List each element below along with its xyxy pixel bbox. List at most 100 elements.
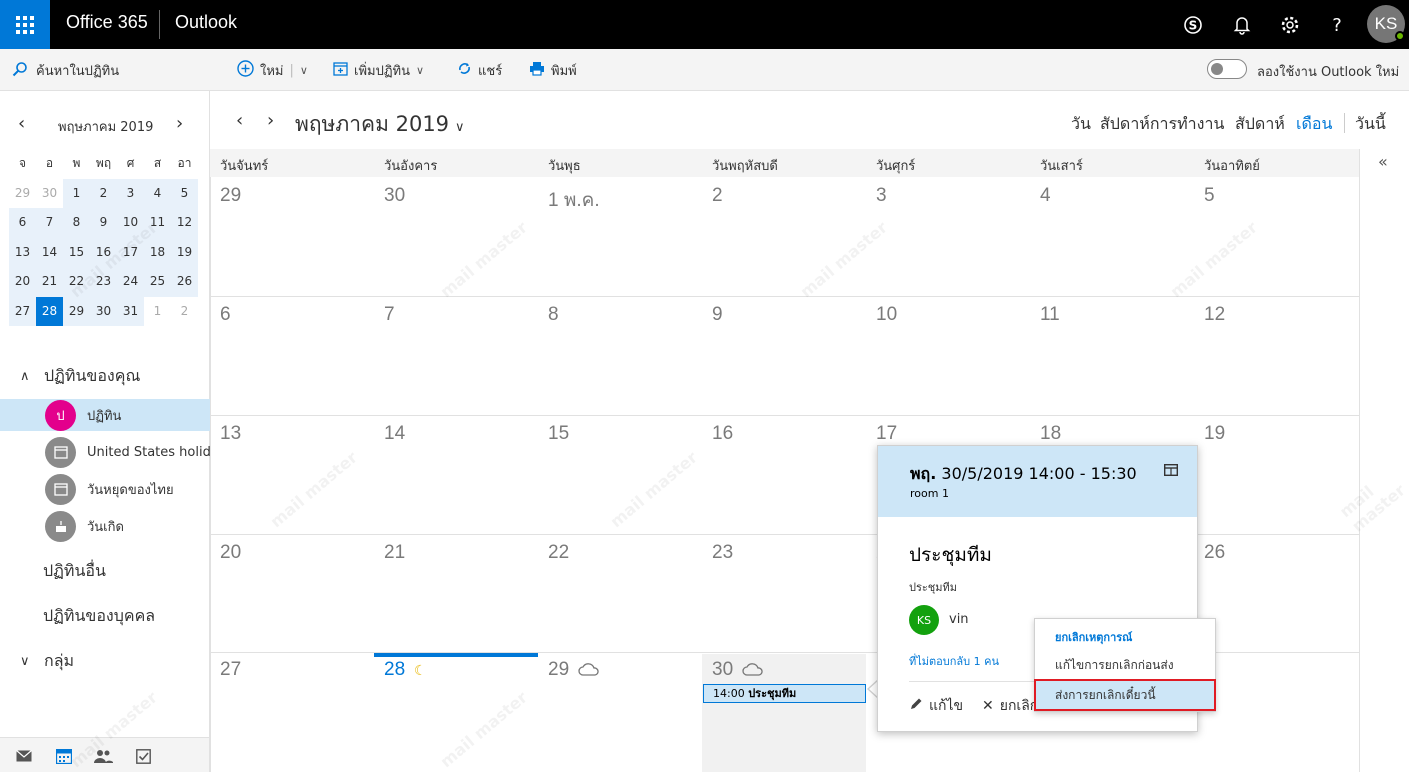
today-button[interactable]: วันนี้ xyxy=(1355,112,1386,137)
mini-day-cell[interactable]: 12 xyxy=(171,208,198,238)
groups-section[interactable]: ∨ กลุ่ม xyxy=(20,649,74,674)
collapse-pane-icon[interactable]: « xyxy=(1378,152,1388,171)
mini-day-cell[interactable]: 19 xyxy=(171,237,198,267)
mini-day-cell[interactable]: 6 xyxy=(9,208,36,238)
mini-day-cell[interactable]: 30 xyxy=(90,296,117,326)
calendar-module-icon[interactable] xyxy=(53,746,75,766)
month-title[interactable]: พฤษภาคม 2019 ∨ xyxy=(295,108,465,141)
day-number[interactable]: 16 xyxy=(712,423,733,445)
mini-day-cell[interactable]: 18 xyxy=(144,237,171,267)
mini-day-cell[interactable]: 15 xyxy=(63,237,90,267)
day-number[interactable]: 20 xyxy=(220,542,241,564)
day-number[interactable]: 15 xyxy=(548,423,569,445)
mini-day-cell[interactable]: 26 xyxy=(171,267,198,297)
day-number[interactable]: 6 xyxy=(220,304,231,326)
skype-icon[interactable]: S xyxy=(1180,12,1206,38)
mini-day-cell[interactable]: 10 xyxy=(117,208,144,238)
cancel-event-button[interactable]: ✕ ยกเลิก xyxy=(982,695,1038,717)
mini-day-cell[interactable]: 30 xyxy=(36,179,63,209)
day-number[interactable]: 7 xyxy=(384,304,395,326)
day-number[interactable]: 2 xyxy=(712,185,723,207)
bell-icon[interactable] xyxy=(1229,12,1255,38)
view-work-week[interactable]: สัปดาห์การทำงาน xyxy=(1100,112,1224,137)
day-number[interactable]: 30 xyxy=(384,185,405,207)
day-number[interactable]: 30 xyxy=(712,659,733,681)
mini-next-month-icon[interactable]: › xyxy=(176,113,183,134)
mini-prev-month-icon[interactable]: ‹ xyxy=(18,113,25,134)
people-calendars-section[interactable]: ปฏิทินของบุคคล xyxy=(43,604,155,629)
your-calendars-section[interactable]: ∧ ปฏิทินของคุณ xyxy=(20,364,140,389)
day-number[interactable]: 5 xyxy=(1204,185,1215,207)
mini-day-cell[interactable]: 1 xyxy=(144,297,171,327)
event-item[interactable]: 14:00 ประชุมทีม xyxy=(703,684,866,703)
mini-day-cell[interactable]: 24 xyxy=(117,267,144,297)
mini-calendar-title[interactable]: พฤษภาคม 2019 xyxy=(58,116,153,137)
mini-day-cell[interactable]: 28 xyxy=(36,296,63,326)
edit-cancellation-item[interactable]: แก้ไขการยกเลิกก่อนส่ง xyxy=(1035,650,1215,680)
share-button[interactable]: แชร์ xyxy=(457,60,502,81)
mini-day-cell[interactable]: 25 xyxy=(144,267,171,297)
mini-day-cell[interactable]: 9 xyxy=(90,208,117,238)
next-month-icon[interactable]: › xyxy=(267,110,274,131)
mini-day-cell[interactable]: 14 xyxy=(36,237,63,267)
day-number[interactable]: 17 xyxy=(876,423,897,445)
calendar-item-birthdays[interactable]: วันเกิด xyxy=(0,510,210,542)
day-number[interactable]: 21 xyxy=(384,542,405,564)
view-month[interactable]: เดือน xyxy=(1296,112,1332,137)
gear-icon[interactable] xyxy=(1277,12,1303,38)
new-button[interactable]: ใหม่ | ∨ xyxy=(237,60,308,81)
people-icon[interactable] xyxy=(92,746,114,766)
day-number[interactable]: 28 xyxy=(384,659,405,681)
day-number[interactable]: 11 xyxy=(1040,304,1060,326)
day-number[interactable]: 29 xyxy=(548,659,569,681)
day-number[interactable]: 29 xyxy=(220,185,241,207)
calendar-item-calendar[interactable]: ป ปฏิทิน xyxy=(0,399,210,431)
print-button[interactable]: พิมพ์ xyxy=(529,60,577,81)
user-avatar[interactable]: KS xyxy=(1367,5,1405,43)
try-new-outlook-toggle[interactable] xyxy=(1207,59,1247,79)
day-number[interactable]: 26 xyxy=(1204,542,1225,564)
mini-day-cell[interactable]: 3 xyxy=(117,178,144,208)
send-cancellation-now-item[interactable]: ส่งการยกเลิกเดี๋ยวนี้ xyxy=(1034,679,1216,711)
mini-day-cell[interactable]: 20 xyxy=(9,267,36,297)
day-number[interactable]: 3 xyxy=(876,185,887,207)
mini-day-cell[interactable]: 1 xyxy=(63,178,90,208)
mini-day-cell[interactable]: 27 xyxy=(9,296,36,326)
mini-day-cell[interactable]: 29 xyxy=(9,179,36,209)
mini-day-cell[interactable]: 29 xyxy=(63,296,90,326)
mini-day-cell[interactable]: 31 xyxy=(117,296,144,326)
other-calendars-section[interactable]: ปฏิทินอื่น xyxy=(43,559,106,584)
office-brand[interactable]: Office 365 xyxy=(66,12,148,33)
mini-day-cell[interactable]: 7 xyxy=(36,208,63,238)
mini-day-cell[interactable]: 13 xyxy=(9,237,36,267)
day-number[interactable]: 18 xyxy=(1040,423,1061,445)
add-calendar-button[interactable]: เพิ่มปฏิทิน ∨ xyxy=(333,60,424,81)
day-number[interactable]: 1 พ.ค. xyxy=(548,185,600,215)
day-number[interactable]: 8 xyxy=(548,304,559,326)
calendar-item-us-holidays[interactable]: United States holidays xyxy=(0,436,210,468)
edit-button[interactable]: แก้ไข xyxy=(909,695,963,717)
day-number[interactable]: 19 xyxy=(1204,423,1225,445)
day-number[interactable]: 27 xyxy=(220,659,241,681)
mini-day-cell[interactable]: 5 xyxy=(171,178,198,208)
mini-day-cell[interactable]: 23 xyxy=(90,267,117,297)
prev-month-icon[interactable]: ‹ xyxy=(236,110,243,131)
day-number[interactable]: 23 xyxy=(712,542,733,564)
mini-day-cell[interactable]: 22 xyxy=(63,267,90,297)
app-name[interactable]: Outlook xyxy=(175,12,237,33)
calendar-item-thai-holidays[interactable]: วันหยุดของไทย xyxy=(0,473,210,505)
app-launcher-button[interactable] xyxy=(0,0,50,49)
day-number[interactable]: 14 xyxy=(384,423,405,445)
expand-icon[interactable] xyxy=(1163,463,1179,480)
chevron-down-icon[interactable]: ∨ xyxy=(300,64,308,77)
view-day[interactable]: วัน xyxy=(1071,112,1091,137)
mini-day-cell[interactable]: 11 xyxy=(144,208,171,238)
mini-day-cell[interactable]: 8 xyxy=(63,208,90,238)
day-number[interactable]: 10 xyxy=(876,304,897,326)
mail-icon[interactable] xyxy=(13,746,35,766)
tasks-icon[interactable] xyxy=(132,746,154,766)
day-number[interactable]: 9 xyxy=(712,304,723,326)
day-number[interactable]: 22 xyxy=(548,542,569,564)
mini-day-cell[interactable]: 21 xyxy=(36,267,63,297)
mini-day-cell[interactable]: 2 xyxy=(171,297,198,327)
